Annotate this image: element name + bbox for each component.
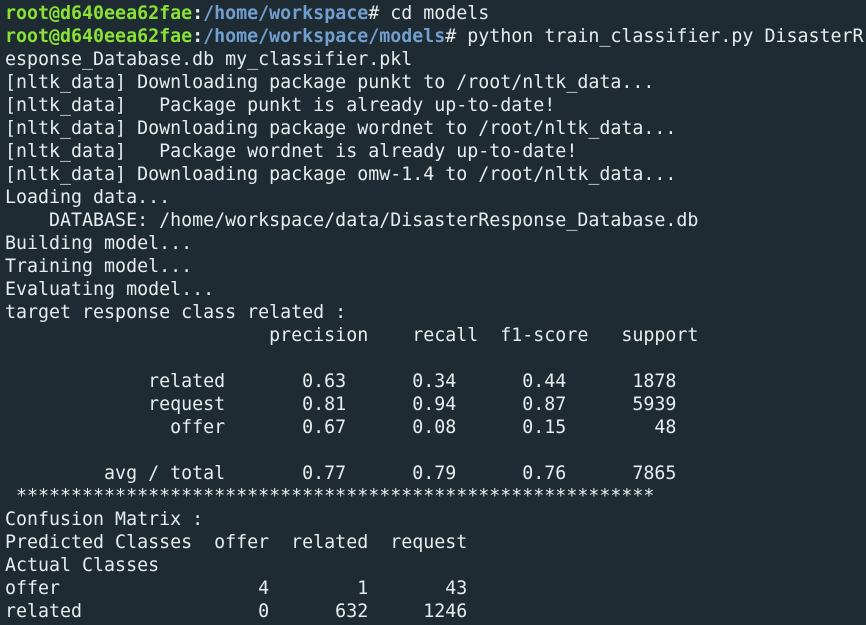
confusion-row: related 0 632 1246 (5, 601, 468, 622)
output-line: Training model... (5, 256, 193, 277)
output-line: Loading data... (5, 187, 171, 208)
report-row: request 0.81 0.94 0.87 5939 (5, 394, 677, 415)
report-row: related 0.63 0.34 0.44 1878 (5, 371, 677, 392)
prompt-sign: # (445, 26, 468, 47)
output-line: [nltk_data] Package wordnet is already u… (5, 141, 578, 162)
output-line: DATABASE: /home/workspace/data/DisasterR… (5, 210, 699, 231)
prompt-line: root@d640eea62fae:/home/workspace/models… (5, 25, 866, 48)
output-line: Actual Classes (5, 555, 160, 576)
prompt-colon: : (192, 26, 204, 47)
output-line: [nltk_data] Downloading package punkt to… (5, 72, 655, 93)
confusion-row: offer 4 1 43 (5, 578, 468, 599)
prompt-path: /home/workspace/models (203, 26, 446, 47)
prompt-user-host: root@d640eea62fae (5, 3, 193, 24)
report-header-line: precision recall f1-score support (5, 325, 699, 346)
output-line: esponse_Database.db my_classifier.pkl (5, 49, 413, 70)
command-text: cd models (390, 3, 490, 24)
output-line: target response class related : (5, 302, 347, 323)
output-line: Confusion Matrix : (5, 509, 204, 530)
prompt-user-host: root@d640eea62fae (5, 26, 193, 47)
output-line: [nltk_data] Downloading package omw-1.4 … (5, 164, 677, 185)
prompt-sign: # (368, 3, 391, 24)
report-row: offer 0.67 0.08 0.15 48 (5, 417, 677, 438)
output-line: Evaluating model... (5, 279, 215, 300)
command-text: python train_classifier.py DisasterR (467, 26, 864, 47)
terminal-window[interactable]: root@d640eea62fae:/home/workspace# cd mo… (0, 0, 866, 625)
prompt-line: root@d640eea62fae:/home/workspace# cd mo… (5, 2, 866, 25)
confusion-header-line: Predicted Classes offer related request (5, 532, 468, 553)
output-line: [nltk_data] Downloading package wordnet … (5, 118, 677, 139)
output-line: Building model... (5, 233, 193, 254)
output-line: [nltk_data] Package punkt is already up-… (5, 95, 556, 116)
report-avg-row: avg / total 0.77 0.79 0.76 7865 (5, 463, 677, 484)
separator-line: ****************************************… (5, 486, 655, 507)
prompt-colon: : (192, 3, 204, 24)
prompt-path: /home/workspace (203, 3, 369, 24)
